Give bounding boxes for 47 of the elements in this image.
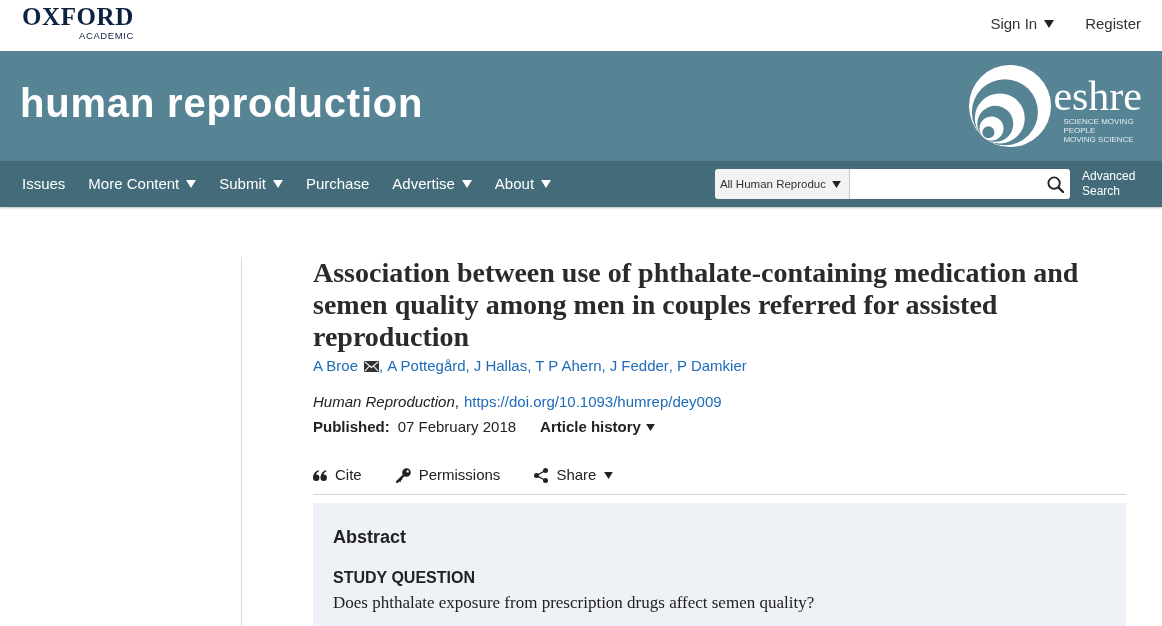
search-icon[interactable] xyxy=(1047,175,1064,193)
share-icon xyxy=(534,467,549,483)
society-tagline: SCIENCE MOVING xyxy=(1063,117,1134,126)
account-link[interactable]: Sign In xyxy=(990,14,1055,34)
society-wordmark[interactable]: eshre xyxy=(1053,75,1142,117)
published-label: Published: xyxy=(313,417,390,437)
journal-title[interactable]: human reproduction xyxy=(20,80,424,126)
abstract-heading: Abstract xyxy=(333,526,408,549)
author-link[interactable]: J Fedder xyxy=(609,355,669,377)
doi-link[interactable]: https://doi.org/10.1093/humrep/dey009 xyxy=(463,391,722,413)
nav-link[interactable]: More Content xyxy=(88,174,197,194)
cite-link[interactable]: Cite xyxy=(313,464,362,486)
journal-name: Human Reproduction, xyxy=(313,392,459,412)
nav-link[interactable]: Advertise xyxy=(392,174,472,194)
author-comma: , xyxy=(668,356,674,376)
spiral-logo-icon[interactable] xyxy=(969,65,1052,147)
section-heading: STUDY QUESTION xyxy=(333,568,476,588)
author-link[interactable]: P Damkier xyxy=(677,355,747,377)
advanced-search-link[interactable]: Advanced Search xyxy=(1082,169,1138,199)
scope-dropdown[interactable]: All Human Reproduc xyxy=(714,169,850,199)
published-date: 07 February 2018 xyxy=(397,417,517,437)
nav-link[interactable]: Purchase xyxy=(305,174,370,194)
author-comma: , xyxy=(465,356,470,376)
share-link[interactable]: Share xyxy=(534,464,614,486)
author-link[interactable]: T P Ahern xyxy=(535,355,602,377)
permissions-link[interactable]: Permissions xyxy=(395,464,501,486)
quote-icon xyxy=(313,469,327,481)
account-link[interactable]: Register xyxy=(1085,14,1141,34)
oxford-wordmark[interactable]: OXFORD xyxy=(22,4,134,30)
author-link[interactable]: A Pottegård xyxy=(387,355,466,377)
article-title: Association between use of phthalate-containing medication and semen quality among men in couples referred for assisted reproduction xyxy=(313,257,1080,353)
author-comma: , xyxy=(527,356,532,376)
section-text: Does phthalate exposure from prescription drugs affect semen quality? xyxy=(333,592,816,614)
caret-icon xyxy=(832,180,841,188)
key-icon xyxy=(395,467,411,483)
author-comma: , xyxy=(601,356,606,376)
nav-link[interactable]: Submit xyxy=(219,174,283,194)
nav-link[interactable]: About xyxy=(494,174,552,194)
author-comma: , xyxy=(379,356,384,376)
article-history-link[interactable]: Article history xyxy=(540,416,655,438)
envelope-icon[interactable] xyxy=(364,360,380,372)
society-tagline: MOVING SCIENCE xyxy=(1063,135,1134,144)
author-link[interactable]: A Broe xyxy=(313,355,359,377)
oxford-subtitle[interactable]: ACADEMIC xyxy=(79,30,134,41)
nav-link[interactable]: Issues xyxy=(22,174,66,194)
search-field[interactable] xyxy=(850,169,1070,199)
society-tagline: PEOPLE xyxy=(1063,126,1096,135)
